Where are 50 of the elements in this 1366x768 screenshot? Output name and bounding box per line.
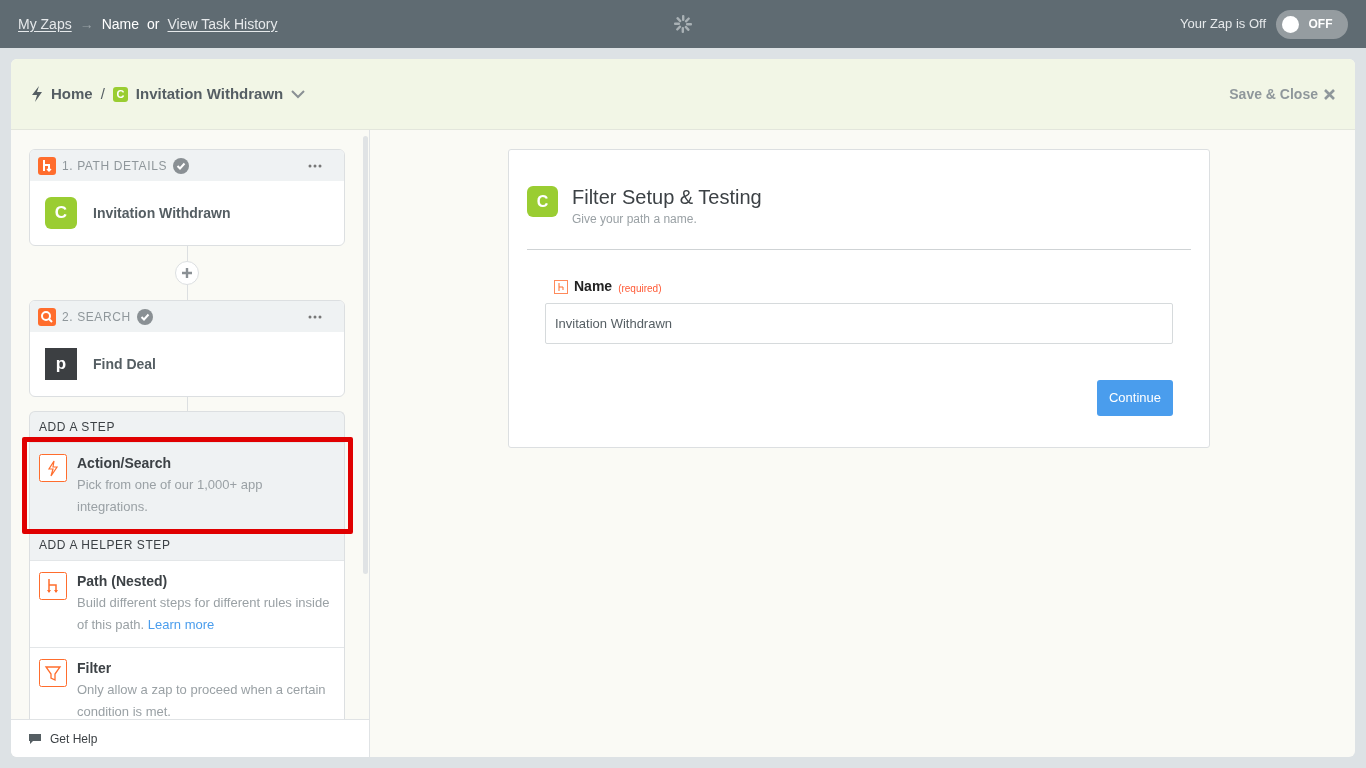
branch-icon <box>554 279 568 294</box>
zap-status-text: Your Zap is Off <box>1180 15 1266 34</box>
more-icon[interactable] <box>308 314 322 319</box>
app-logo: C <box>527 186 558 217</box>
step-label: 2. SEARCH <box>62 308 131 326</box>
step-option[interactable]: Filter Only allow a zap to proceed when a certain condition is met. <box>30 648 344 719</box>
option-title: Action/Search <box>77 454 173 472</box>
option-title: Filter <box>77 659 113 677</box>
close-icon <box>1324 88 1335 100</box>
funnel-icon <box>39 659 67 687</box>
help-text: Get Help <box>50 730 98 748</box>
app-logo: p <box>45 348 77 380</box>
step-title: Find Deal <box>93 354 156 374</box>
or-text: or <box>147 14 160 34</box>
zap-title: Invitation Withdrawn <box>135 83 284 104</box>
panel-title: Filter Setup & Testing <box>572 185 762 210</box>
zap-name: Name <box>101 14 140 34</box>
name-field[interactable]: Invitation Withdrawn <box>545 303 1173 344</box>
chevron-down-icon[interactable] <box>291 89 306 99</box>
branch-icon <box>38 156 56 175</box>
arrow-text: → <box>79 14 94 34</box>
required-text: (required) <box>618 281 662 296</box>
field-label: Name <box>574 277 613 296</box>
app-logo: C <box>45 197 77 229</box>
spinner-icon <box>673 14 693 34</box>
step-title: Invitation Withdrawn <box>93 203 231 223</box>
app-logo: C <box>112 86 128 102</box>
more-icon[interactable] <box>308 163 322 168</box>
step-label: 1. PATH DETAILS <box>62 157 168 175</box>
chat-icon <box>28 732 42 745</box>
help-bar[interactable]: Get Help <box>11 719 369 757</box>
toggle-text: OFF <box>1307 16 1334 33</box>
plus-icon <box>181 267 193 279</box>
step-card[interactable]: 1. PATH DETAILS C Invitation Withdrawn <box>29 149 345 246</box>
task-history-link[interactable]: View Task History <box>167 13 278 35</box>
lightning-icon <box>31 86 43 102</box>
step-card[interactable]: 2. SEARCH p Find Deal <box>29 300 345 397</box>
option-title: Path (Nested) <box>77 572 169 590</box>
option-description: Build different steps for different rules inside of this path. Learn more <box>77 594 331 634</box>
branch-icon <box>39 572 67 600</box>
step-option[interactable]: Path (Nested) Build different steps for different rules inside of this path. Learn more <box>30 561 344 648</box>
home-link[interactable]: Home <box>51 82 93 106</box>
option-description: Only allow a zap to proceed when a certain condition is met. <box>77 681 327 719</box>
lightning-icon <box>39 454 67 482</box>
option-description: Pick from one of our 1,000+ app integrations. <box>77 476 264 516</box>
my-zaps-link[interactable]: My Zaps <box>18 13 72 35</box>
panel-subtitle: Give your path a name. <box>572 211 698 228</box>
search-icon <box>38 307 56 326</box>
add-step-button[interactable] <box>175 261 199 285</box>
slash-text: / <box>100 83 105 104</box>
